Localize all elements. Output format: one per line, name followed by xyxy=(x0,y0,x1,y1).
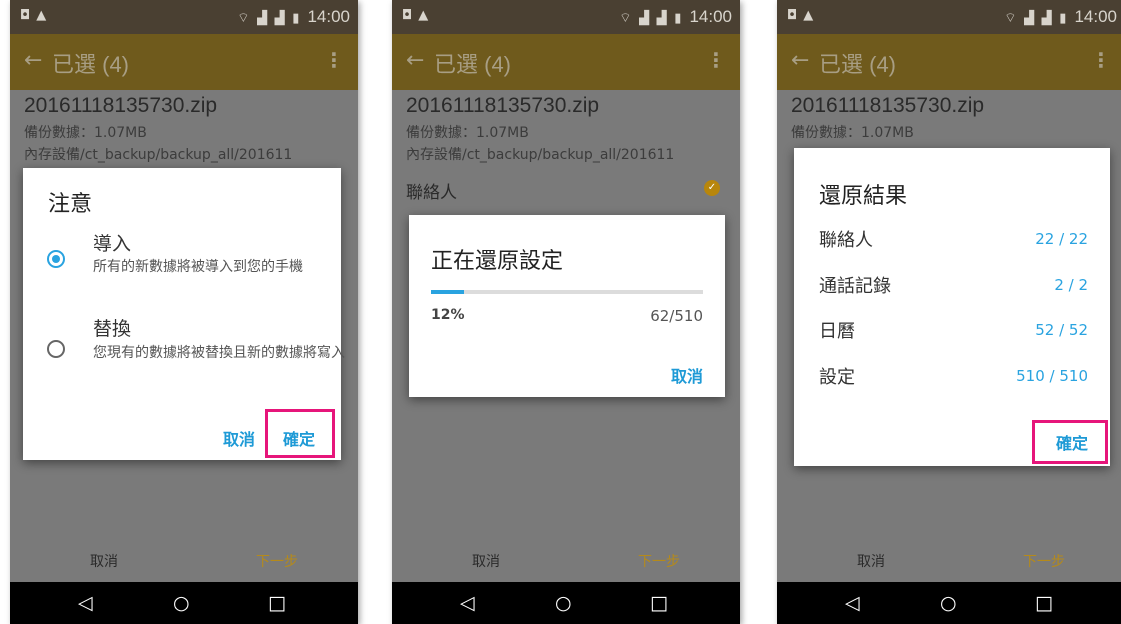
result-label-calendar: 日曆 xyxy=(819,321,855,342)
bottom-cancel-button[interactable]: 取消 xyxy=(90,551,118,571)
back-triangle-icon[interactable]: ◁ xyxy=(845,592,860,614)
file-name: 20161118135730.zip xyxy=(406,94,600,117)
notification-icons: ◘▲ xyxy=(402,8,435,23)
highlight-box xyxy=(1032,420,1108,464)
more-vert-icon[interactable]: ⋮ xyxy=(1091,48,1111,72)
option-import-title[interactable]: 導入 xyxy=(93,229,131,256)
status-right: ⌔ ▟ ▟ ▮ 14:00 xyxy=(1004,7,1117,27)
result-value-calendar: 52 / 52 xyxy=(1035,321,1088,339)
file-info: 備份數據：1.07MB xyxy=(406,125,529,141)
app-title: 已選 (4) xyxy=(52,52,130,77)
bottom-actions: 取消 下一步 xyxy=(10,545,358,581)
bottom-next-button[interactable]: 下一步 xyxy=(638,551,680,571)
dialog-title: 還原結果 xyxy=(819,184,908,209)
app-title: 已選 (4) xyxy=(434,52,512,77)
highlight-box xyxy=(265,409,335,458)
signal-icon: ⌔ ▟ ▟ ▮ xyxy=(619,10,684,25)
result-label-settings: 設定 xyxy=(819,367,855,388)
file-info: 備份數據：1.07MB xyxy=(791,125,914,141)
result-label-contacts: 聯絡人 xyxy=(819,230,873,251)
progress-bar xyxy=(431,290,703,294)
result-label-calls: 通話記錄 xyxy=(819,276,891,297)
bottom-cancel-button[interactable]: 取消 xyxy=(857,551,885,571)
app-bar: ← 已選 (4) ⋮ xyxy=(10,34,358,90)
more-vert-icon[interactable]: ⋮ xyxy=(324,48,344,72)
radio-import[interactable] xyxy=(47,250,65,268)
status-bar: ◘▲ ⌔ ▟ ▟ ▮ 14:00 xyxy=(777,0,1121,34)
file-name: 20161118135730.zip xyxy=(791,94,985,117)
progress-percent: 12% xyxy=(431,307,465,323)
result-value-contacts: 22 / 22 xyxy=(1035,230,1088,248)
dialog-title: 正在還原設定 xyxy=(431,249,564,274)
restore-result-dialog: 還原結果 聯絡人 22 / 22 通話記錄 2 / 2 日曆 52 / 52 設… xyxy=(794,148,1110,466)
app-bar: ← 已選 (4) ⋮ xyxy=(392,34,740,90)
option-replace-title[interactable]: 替換 xyxy=(93,314,131,341)
phone-screen-2: ◘▲ ⌔ ▟ ▟ ▮ 14:00 ← 已選 (4) ⋮ 2016111813573… xyxy=(392,0,740,624)
progress-fill xyxy=(431,290,464,294)
check-circle-icon: ✓ xyxy=(704,180,720,196)
status-time: 14:00 xyxy=(689,7,732,26)
phone-screen-1: ◘▲ ⌔ ▟ ▟ ▮ 14:00 ← 已選 (4) ⋮ 2016111813573… xyxy=(10,0,358,624)
result-value-calls: 2 / 2 xyxy=(1054,276,1088,294)
back-triangle-icon[interactable]: ◁ xyxy=(460,592,475,614)
more-vert-icon[interactable]: ⋮ xyxy=(706,48,726,72)
recents-square-icon[interactable]: □ xyxy=(1035,592,1053,614)
contacts-row-label: 聯絡人 xyxy=(406,183,457,203)
screenshot-collage: ◘▲ ⌔ ▟ ▟ ▮ 14:00 ← 已選 (4) ⋮ 2016111813573… xyxy=(0,0,1121,624)
bottom-actions: 取消 下一步 xyxy=(777,545,1121,581)
status-bar: ◘▲ ⌔ ▟ ▟ ▮ 14:00 xyxy=(10,0,358,34)
signal-icon: ⌔ ▟ ▟ ▮ xyxy=(237,10,302,25)
bottom-cancel-button[interactable]: 取消 xyxy=(472,551,500,571)
nav-bar: ◁ ○ □ xyxy=(10,582,358,624)
home-circle-icon[interactable]: ○ xyxy=(555,592,572,614)
bottom-next-button[interactable]: 下一步 xyxy=(256,551,298,571)
radio-replace[interactable] xyxy=(47,340,65,358)
dialog-title: 注意 xyxy=(48,192,93,217)
back-triangle-icon[interactable]: ◁ xyxy=(78,592,93,614)
notification-icons: ◘▲ xyxy=(787,8,820,23)
status-time: 14:00 xyxy=(307,7,350,26)
cancel-button[interactable]: 取消 xyxy=(671,363,703,387)
import-mode-dialog: 注意 導入 所有的新數據將被導入到您的手機 替換 您現有的數據將被替換且新的數據… xyxy=(23,168,345,460)
recents-square-icon[interactable]: □ xyxy=(268,592,286,614)
file-path: 內存設備/ct_backup/backup_all/201611 xyxy=(24,147,293,163)
option-import-desc: 所有的新數據將被導入到您的手機 xyxy=(93,259,303,275)
home-circle-icon[interactable]: ○ xyxy=(173,592,190,614)
status-right: ⌔ ▟ ▟ ▮ 14:00 xyxy=(237,7,350,27)
app-title: 已選 (4) xyxy=(819,52,897,77)
file-path: 內存設備/ct_backup/backup_all/201611 xyxy=(406,147,675,163)
bottom-next-button[interactable]: 下一步 xyxy=(1023,551,1065,571)
bottom-actions: 取消 下一步 xyxy=(392,545,740,581)
status-bar: ◘▲ ⌔ ▟ ▟ ▮ 14:00 xyxy=(392,0,740,34)
nav-bar: ◁ ○ □ xyxy=(777,582,1121,624)
app-bar: ← 已選 (4) ⋮ xyxy=(777,34,1121,90)
status-right: ⌔ ▟ ▟ ▮ 14:00 xyxy=(619,7,732,27)
nav-bar: ◁ ○ □ xyxy=(392,582,740,624)
restore-progress-dialog: 正在還原設定 12% 62/510 取消 xyxy=(409,215,725,397)
file-info: 備份數據：1.07MB xyxy=(24,125,147,141)
arrow-left-icon[interactable]: ← xyxy=(406,48,424,73)
progress-count: 62/510 xyxy=(650,307,703,325)
option-replace-desc: 您現有的數據將被替換且新的數據將寫入 xyxy=(93,345,345,361)
arrow-left-icon[interactable]: ← xyxy=(24,48,42,73)
cancel-button[interactable]: 取消 xyxy=(223,426,255,450)
signal-icon: ⌔ ▟ ▟ ▮ xyxy=(1004,10,1069,25)
status-time: 14:00 xyxy=(1074,7,1117,26)
phone-screen-3: ◘▲ ⌔ ▟ ▟ ▮ 14:00 ← 已選 (4) ⋮ 2016111813573… xyxy=(777,0,1121,624)
home-circle-icon[interactable]: ○ xyxy=(940,592,957,614)
file-name: 20161118135730.zip xyxy=(24,94,218,117)
recents-square-icon[interactable]: □ xyxy=(650,592,668,614)
notification-icons: ◘▲ xyxy=(20,8,53,23)
result-value-settings: 510 / 510 xyxy=(1016,367,1088,385)
arrow-left-icon[interactable]: ← xyxy=(791,48,809,73)
